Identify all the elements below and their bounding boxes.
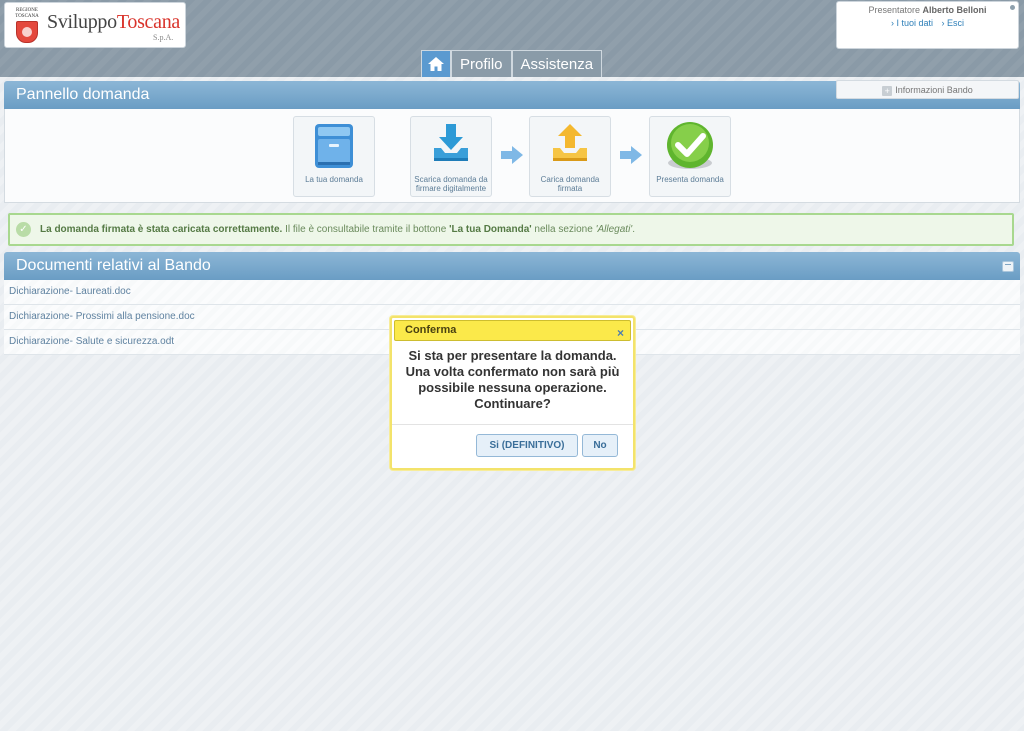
logo[interactable]: REGIONE TOSCANA SviluppoToscana S.p.A. [4,2,186,48]
collapse-icon[interactable] [1002,261,1014,272]
user-name: Alberto Belloni [922,5,987,15]
dialog-title: Conferma [405,324,457,336]
success-notice: ✓ La domanda firmata è stata caricata co… [8,213,1014,246]
my-data-link[interactable]: › I tuoi dati [891,18,933,28]
step-label: Carica domanda firmata [540,175,600,193]
logo-region-label: REGIONE TOSCANA [15,8,39,19]
logo-title: SviluppoToscana [47,11,180,34]
dialog-divider [392,424,633,425]
logo-subtitle: S.p.A. [153,33,174,42]
nav-home[interactable] [421,50,451,77]
close-dot-icon[interactable] [1010,5,1015,10]
step-scarica-domanda[interactable]: Scarica domanda da firmare digitalmente [410,116,492,197]
confirm-definitive-button[interactable]: Si (DEFINITIVO) [476,434,578,457]
step-label: Presenta domanda [656,175,724,184]
notice-bold: La domanda firmata è stata caricata corr… [40,224,283,235]
upload-icon [553,124,587,161]
step-label: La tua domanda [305,175,363,184]
notice-text-2: nella sezione [531,224,596,235]
panel-domanda-title: Pannello domanda [16,86,150,103]
document-link[interactable]: Dichiarazione- Laureati.doc [4,280,1020,305]
checkmark-icon [667,122,713,169]
confirm-dialog: Conferma × Si sta per presentare la doma… [390,316,635,470]
close-icon[interactable]: × [617,324,624,343]
download-icon [434,124,468,161]
main-nav: Profilo Assistenza [421,50,603,77]
notice-section-ref: 'Allegati' [595,224,633,235]
cancel-button[interactable]: No [582,434,618,457]
notice-text-3: . [632,224,635,235]
dialog-message: Si sta per presentare la domanda. Una vo… [405,348,620,411]
logo-title-accent: Toscana [116,11,180,33]
nav-tab-profilo[interactable]: Profilo [451,50,512,77]
check-icon: ✓ [16,222,31,237]
plus-icon: + [882,86,893,96]
home-icon [428,57,444,71]
step-carica-domanda[interactable]: Carica domanda firmata [529,116,611,197]
logout-link[interactable]: › Esci [942,18,965,28]
step-la-tua-domanda[interactable]: La tua domanda [293,116,375,197]
user-box: Presentatore Alberto Belloni › I tuoi da… [836,1,1019,49]
emblem-icon [16,21,38,43]
cabinet-icon [315,124,353,168]
step-label: Scarica domanda da firmare digitalmente [414,175,488,193]
user-prefix: Presentatore [868,5,920,15]
user-line: Presentatore Alberto Belloni [837,5,1018,15]
dialog-title-bar: Conferma × [394,320,631,341]
step-presenta-domanda[interactable]: Presenta domanda [649,116,731,197]
notice-button-ref: 'La tua Domanda' [449,224,532,235]
info-bando-label: Informazioni Bando [895,85,973,95]
arrow-right-icon [620,146,642,164]
arrow-right-icon [501,146,523,164]
info-bando-button[interactable]: + Informazioni Bando [836,80,1019,99]
logo-title-main: Sviluppo [47,11,117,33]
user-links: › I tuoi dati › Esci [837,18,1018,28]
documenti-title: Documenti relativi al Bando [16,257,211,274]
nav-tab-assistenza[interactable]: Assistenza [511,50,603,77]
notice-text-1: Il file è consultabile tramite il botton… [282,224,450,235]
documenti-header: Documenti relativi al Bando [4,252,1020,280]
